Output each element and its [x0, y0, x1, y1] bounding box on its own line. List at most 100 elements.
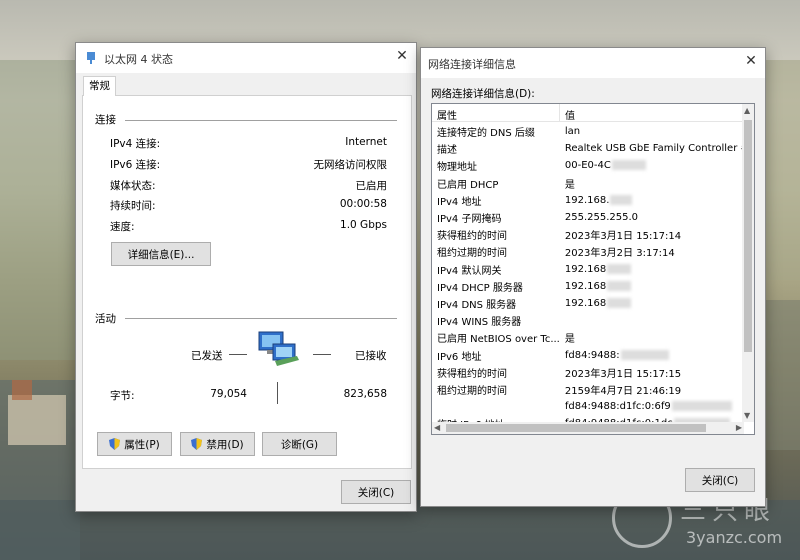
- redaction-blur: [607, 263, 632, 274]
- value-text: 192.168: [564, 297, 607, 309]
- value-cell: 192.168: [560, 278, 749, 295]
- sent-label: 已发送: [191, 350, 223, 362]
- details-list-label: 网络连接详细信息(D):: [431, 88, 535, 100]
- details-close-button[interactable]: 关闭(C): [685, 468, 755, 492]
- table-row[interactable]: IPv4 地址 192.168.: [432, 192, 749, 209]
- property-cell: 租约过期的时间: [437, 248, 507, 260]
- value-text: 192.168: [564, 263, 607, 275]
- tab-general[interactable]: 常规: [83, 76, 116, 96]
- properties-button[interactable]: 属性(P): [97, 432, 172, 456]
- close-icon[interactable]: ✕: [394, 48, 410, 64]
- sent-line: [229, 354, 247, 355]
- table-row[interactable]: IPv4 DHCP 服务器 192.168: [432, 278, 749, 295]
- table-row[interactable]: IPv4 DNS 服务器 192.168: [432, 295, 749, 312]
- value-text: 2023年3月1日 15:17:15: [564, 368, 682, 380]
- property-cell: IPv4 默认网关: [437, 265, 502, 277]
- network-status-icon: [87, 52, 95, 64]
- activity-divider: [125, 318, 397, 319]
- status-title: 以太网 4 状态: [104, 53, 173, 66]
- activity-section-title: 活动: [95, 313, 116, 325]
- table-row[interactable]: 租约过期的时间 2159年4月7日 21:46:19: [432, 381, 749, 398]
- value-text: 00-E0-4C: [564, 160, 611, 172]
- property-cell: 物理地址: [437, 162, 477, 174]
- table-row[interactable]: 获得租约的时间 2023年3月1日 15:17:14: [432, 226, 749, 243]
- details-titlebar: 网络连接详细信息 ✕: [421, 48, 765, 78]
- table-row[interactable]: IPv6 地址 fd84:9488:: [432, 346, 749, 363]
- disable-button[interactable]: 禁用(D): [180, 432, 255, 456]
- value-cell: 2023年3月1日 15:17:14: [560, 226, 749, 243]
- list-header: 属性 值: [432, 104, 744, 122]
- scroll-thumb[interactable]: [744, 120, 752, 352]
- media-label: 媒体状态:: [110, 180, 156, 192]
- details-button[interactable]: 详细信息(E)...: [111, 242, 211, 266]
- received-line: [313, 354, 331, 355]
- table-row[interactable]: 描述 Realtek USB GbE Family Controller #: [432, 140, 749, 157]
- bytes-separator: [277, 382, 278, 404]
- table-row[interactable]: 连接特定的 DNS 后缀 lan: [432, 123, 749, 140]
- details-table: 连接特定的 DNS 后缀 lan 描述 Realtek USB GbE Family …: [432, 123, 749, 432]
- property-cell: IPv4 DHCP 服务器: [437, 282, 523, 294]
- value-text: 是: [564, 334, 575, 346]
- redaction-blur: [607, 297, 632, 308]
- scroll-right-arrow[interactable]: ▶: [736, 423, 742, 432]
- property-cell: 已启用 NetBIOS over Tc...: [437, 334, 560, 346]
- redaction-blur: [671, 401, 732, 412]
- scroll-down-arrow[interactable]: ▼: [744, 411, 750, 420]
- scroll-left-arrow[interactable]: ◀: [434, 423, 440, 432]
- value-cell: fd84:9488:: [560, 346, 749, 363]
- table-row[interactable]: 已启用 DHCP 是: [432, 175, 749, 192]
- close-icon[interactable]: ✕: [743, 53, 759, 69]
- connection-section-title: 连接: [95, 114, 116, 126]
- property-cell: 获得租约的时间: [437, 231, 507, 243]
- bytes-label: 字节:: [110, 390, 135, 402]
- redaction-blur: [610, 194, 633, 205]
- property-cell: IPv4 子网掩码: [437, 214, 502, 226]
- value-cell: 192.168.: [560, 192, 749, 209]
- value-cell: [560, 312, 749, 329]
- value-cell: lan: [560, 123, 749, 140]
- shield-icon: [191, 438, 203, 450]
- header-divider[interactable]: [559, 104, 560, 122]
- table-row[interactable]: fd84:9488:d1fc:0:6f9: [432, 398, 749, 415]
- diagnose-button[interactable]: 诊断(G): [262, 432, 337, 456]
- table-row[interactable]: 已启用 NetBIOS over Tc... 是: [432, 329, 749, 346]
- table-row[interactable]: IPv4 WINS 服务器: [432, 312, 749, 329]
- ipv4-label: IPv4 连接:: [110, 138, 161, 150]
- header-value[interactable]: 值: [565, 107, 575, 122]
- table-row[interactable]: 物理地址 00-E0-4C: [432, 157, 749, 174]
- value-text: 2159年4月7日 21:46:19: [564, 385, 682, 397]
- status-close-button[interactable]: 关闭(C): [341, 480, 411, 504]
- details-title: 网络连接详细信息: [428, 58, 516, 71]
- status-titlebar: 以太网 4 状态 ✕: [76, 43, 416, 73]
- ipv6-value: 无网络访问权限: [313, 159, 388, 171]
- h-scroll-thumb[interactable]: [446, 424, 706, 432]
- property-cell: 租约过期的时间: [437, 385, 507, 397]
- value-text: 255.255.255.0: [564, 212, 639, 224]
- bytes-received-value: 823,658: [343, 388, 387, 400]
- table-row[interactable]: IPv4 默认网关 192.168: [432, 261, 749, 278]
- redaction-blur: [620, 349, 669, 360]
- property-cell: 描述: [437, 145, 457, 157]
- table-row[interactable]: IPv4 子网掩码 255.255.255.0: [432, 209, 749, 226]
- table-row[interactable]: 租约过期的时间 2023年3月2日 3:17:14: [432, 243, 749, 260]
- value-cell: 2023年3月2日 3:17:14: [560, 243, 749, 260]
- header-property[interactable]: 属性: [437, 107, 457, 122]
- details-list[interactable]: 属性 值 连接特定的 DNS 后缀 lan 描述 Realtek USB GbE Fa…: [431, 103, 755, 435]
- watermark-url: 3yanzc.com: [686, 528, 783, 547]
- value-cell: 192.168: [560, 261, 749, 278]
- value-cell: 192.168: [560, 295, 749, 312]
- shield-icon: [109, 438, 121, 450]
- tab-panel: 连接 IPv4 连接: Internet IPv6 连接: 无网络访问权限 媒体…: [82, 95, 412, 469]
- value-text: lan: [564, 126, 581, 138]
- value-text: 2023年3月2日 3:17:14: [564, 248, 675, 260]
- value-cell: 2159年4月7日 21:46:19: [560, 381, 749, 398]
- ethernet-status-dialog: 以太网 4 状态 ✕ 常规 连接 IPv4 连接: Internet IPv6 …: [75, 42, 417, 512]
- value-text: fd84:9488:d1fc:0:6f9: [564, 401, 671, 413]
- vertical-scrollbar[interactable]: ▲ ▼: [742, 104, 754, 422]
- scroll-up-arrow[interactable]: ▲: [744, 106, 750, 115]
- table-row[interactable]: 获得租约的时间 2023年3月1日 15:17:15: [432, 364, 749, 381]
- horizontal-scrollbar[interactable]: ◀ ▶: [432, 422, 744, 434]
- received-label: 已接收: [355, 350, 387, 362]
- value-text: 是: [564, 179, 575, 191]
- media-value: 已启用: [355, 180, 388, 192]
